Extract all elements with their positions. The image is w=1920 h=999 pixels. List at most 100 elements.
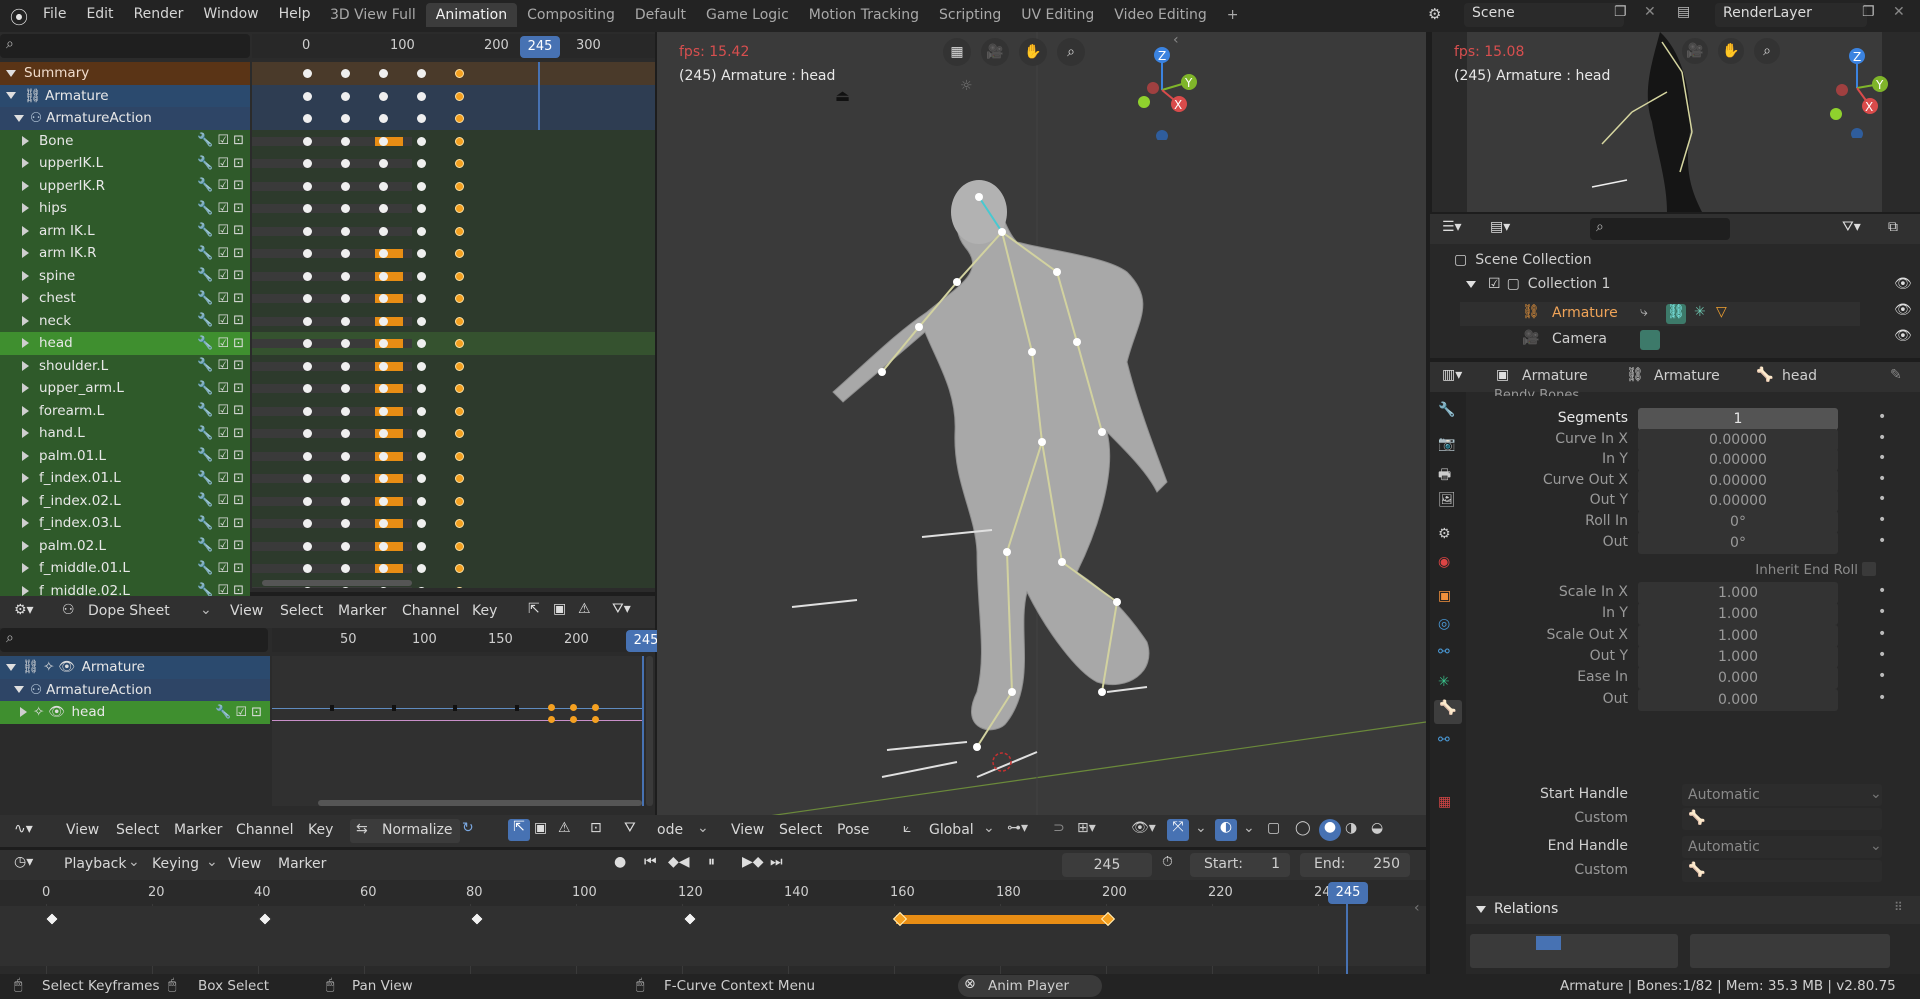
camera-viewport[interactable]: fps: 15.08 (245) Armature : head 🎥 ✋ ⌕ Z…: [1432, 32, 1920, 212]
navigation-gizmo[interactable]: Z Y X: [1117, 40, 1207, 140]
keyframe[interactable]: [341, 226, 350, 236]
vertical-scrollbar[interactable]: [646, 656, 653, 806]
keyframe[interactable]: [341, 316, 350, 326]
keyframe[interactable]: [303, 91, 312, 101]
tab-video-editing[interactable]: Video Editing: [1104, 3, 1216, 27]
keyframe[interactable]: [417, 136, 426, 146]
expand-icon[interactable]: [22, 383, 29, 394]
blender-logo-icon[interactable]: ⦿: [10, 4, 28, 30]
curve-keyframe[interactable]: [330, 705, 334, 711]
summary-row[interactable]: Summary: [0, 62, 250, 85]
keyframe[interactable]: [379, 496, 388, 506]
cancel-icon[interactable]: ⊗: [964, 976, 976, 992]
keyframe[interactable]: [379, 541, 388, 551]
keyframe[interactable]: [303, 294, 312, 303]
bone-channel-row[interactable]: shoulder.L 🔧 ☑ ⊡: [0, 354, 250, 377]
prev-keyframe-icon[interactable]: ◆◀: [668, 854, 690, 870]
outliner-search-input[interactable]: ⌕: [1590, 218, 1730, 240]
editor-type-icon[interactable]: ◷▾: [14, 854, 33, 870]
expand-icon[interactable]: [22, 293, 29, 304]
channel-toggles[interactable]: 🔧 ☑ ⊡: [197, 133, 244, 148]
menu-marker[interactable]: Marker: [278, 856, 326, 872]
texture-tab-icon[interactable]: ▦: [1438, 794, 1451, 810]
expand-icon[interactable]: [1466, 280, 1476, 288]
channel-toggles[interactable]: 🔧 ☑ ⊡: [197, 358, 244, 373]
render-layer-icon[interactable]: ▤: [1677, 4, 1690, 20]
keyframe[interactable]: [417, 204, 426, 213]
menu-render[interactable]: Render: [134, 6, 184, 22]
keyframe[interactable]: [417, 69, 426, 78]
pan-hand-icon[interactable]: ✋: [1019, 38, 1047, 66]
menu-view[interactable]: View: [731, 822, 764, 838]
drag-handle-icon[interactable]: ⠿: [1894, 900, 1903, 914]
action-row[interactable]: ⚇ ArmatureAction: [0, 678, 270, 701]
keyframe[interactable]: [417, 519, 426, 528]
hidden-icon[interactable]: ▣: [553, 601, 566, 617]
tab-game-logic[interactable]: Game Logic: [696, 3, 799, 27]
keyframe[interactable]: [455, 249, 464, 258]
channel-toggles[interactable]: 🔧 ☑ ⊡: [197, 223, 244, 238]
snap-icon[interactable]: ⊃: [1053, 820, 1065, 836]
keyframe[interactable]: [455, 541, 464, 551]
menu-channel[interactable]: Channel: [402, 603, 459, 619]
property-field[interactable]: 0.00000: [1638, 428, 1838, 451]
world-tab-icon[interactable]: ◉: [1438, 554, 1450, 570]
curve-keyframe-selected[interactable]: [570, 716, 577, 723]
overlays-toggle-icon[interactable]: ◐: [1215, 819, 1237, 841]
editor-type-icon[interactable]: ☰▾: [1442, 219, 1462, 235]
menu-playback[interactable]: Playback: [64, 856, 126, 872]
channel-toggles[interactable]: 🔧 ☑ ⊡: [197, 538, 244, 553]
collection-row[interactable]: ☑ ▢ Collection 1: [1466, 276, 1610, 292]
object-tab-icon[interactable]: ▣: [1438, 588, 1451, 604]
jump-end-icon[interactable]: ⏭: [770, 854, 783, 870]
snap-target-icon[interactable]: ⊞▾: [1077, 820, 1096, 836]
solid-shading-icon[interactable]: ●: [1319, 819, 1341, 841]
keyframe-dot-icon[interactable]: •: [1878, 583, 1886, 599]
keyframe[interactable]: [379, 91, 388, 101]
eye-icon[interactable]: 👁: [1894, 276, 1912, 292]
keyframe[interactable]: [341, 69, 350, 78]
keyframe[interactable]: [341, 519, 350, 528]
keyframe[interactable]: [303, 271, 312, 281]
property-field[interactable]: 0.00000: [1638, 490, 1838, 513]
keyframe-dot-icon[interactable]: •: [1878, 604, 1886, 620]
keyframe[interactable]: [417, 429, 426, 438]
expand-icon[interactable]: [22, 405, 29, 416]
channel-toggles[interactable]: 🔧 ☑ ⊡: [197, 493, 244, 508]
keyframe[interactable]: [417, 271, 426, 281]
bone-channel-row[interactable]: upperIK.L 🔧 ☑ ⊡: [0, 152, 250, 175]
menu-select[interactable]: Select: [779, 822, 822, 838]
curve-keyframe[interactable]: [515, 705, 519, 711]
delete-scene-icon[interactable]: ✕: [1644, 4, 1656, 20]
bone-channel-row[interactable]: palm.02.L 🔧 ☑ ⊡: [0, 534, 250, 557]
active-layer[interactable]: [1536, 936, 1561, 950]
keyframe[interactable]: [417, 541, 426, 551]
menu-file[interactable]: File: [43, 6, 66, 22]
tool-tab-icon[interactable]: 🔧: [1438, 402, 1455, 418]
keyframe[interactable]: [341, 159, 350, 168]
channel-toggles[interactable]: 🔧 ☑ ⊡: [197, 426, 244, 441]
bone-channel-row[interactable]: f_index.01.L 🔧 ☑ ⊡: [0, 467, 250, 490]
inherit-end-roll-checkbox[interactable]: [1862, 562, 1876, 576]
keyframe[interactable]: [455, 159, 464, 168]
menu-select[interactable]: Select: [280, 603, 323, 619]
keyframe[interactable]: [455, 294, 464, 303]
property-field[interactable]: 1.000: [1638, 582, 1838, 604]
keyframe[interactable]: [455, 69, 464, 78]
normalize-toggle[interactable]: ⇆ Normalize: [350, 819, 460, 843]
auto-normalize-icon[interactable]: ⊡: [590, 820, 602, 836]
property-field[interactable]: 0.000: [1638, 667, 1838, 690]
menu-view[interactable]: View: [228, 856, 261, 872]
channel-toggles[interactable]: 🔧 ☑ ⊡: [197, 448, 244, 463]
bone-channel-row[interactable]: chest 🔧 ☑ ⊡: [0, 287, 250, 310]
filter-icon[interactable]: ⛛: [624, 820, 636, 836]
expand-icon[interactable]: [22, 563, 29, 574]
current-frame-indicator[interactable]: 245: [520, 36, 560, 58]
keyframe[interactable]: [379, 181, 388, 191]
expand-icon[interactable]: [22, 248, 29, 259]
action-row[interactable]: ⚇ ArmatureAction: [0, 107, 250, 130]
keyframe[interactable]: [455, 226, 464, 236]
keyframe[interactable]: [341, 429, 350, 438]
channel-toggles[interactable]: 🔧 ☑ ⊡: [197, 403, 244, 418]
keyframe-dot-icon[interactable]: •: [1878, 533, 1886, 549]
